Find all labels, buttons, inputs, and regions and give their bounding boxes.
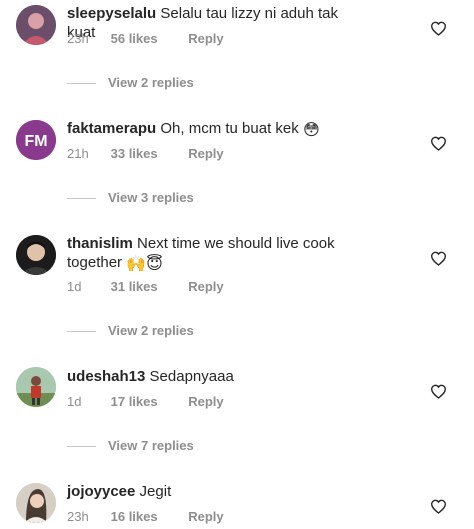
replies-divider xyxy=(67,198,96,200)
heart-icon[interactable] xyxy=(430,136,447,151)
likes-count[interactable]: 56 likes xyxy=(111,31,185,46)
likes-count[interactable]: 31 likes xyxy=(111,279,185,294)
avatar[interactable]: FM xyxy=(16,120,56,160)
svg-text:FM: FM xyxy=(24,133,47,150)
username[interactable]: faktamerapu xyxy=(67,120,156,137)
comment-body-line2: together xyxy=(67,254,123,271)
heart-icon[interactable] xyxy=(430,21,447,36)
likes-count[interactable]: 33 likes xyxy=(111,146,185,161)
username[interactable]: udeshah13 xyxy=(67,368,145,385)
comment-meta: 23h 16 likes Reply xyxy=(67,509,224,524)
comment-body: Jegit xyxy=(139,483,172,500)
heart-icon[interactable] xyxy=(430,251,447,266)
comment-meta: 23h 56 likes Reply xyxy=(67,31,224,46)
comment-body: Sedapnyaaa xyxy=(149,368,234,385)
replies-divider xyxy=(67,83,96,85)
likes-count[interactable]: 16 likes xyxy=(111,509,185,524)
timestamp: 1d xyxy=(67,394,82,409)
replies-divider xyxy=(67,331,96,333)
heart-icon[interactable] xyxy=(430,499,447,514)
view-replies-button[interactable]: View 3 replies xyxy=(67,190,194,205)
comment-meta: 1d 17 likes Reply xyxy=(67,394,224,409)
reply-button[interactable]: Reply xyxy=(188,279,223,294)
avatar[interactable] xyxy=(16,5,56,45)
replies-divider xyxy=(67,446,96,448)
timestamp: 23h xyxy=(67,509,89,524)
likes-count[interactable]: 17 likes xyxy=(111,394,185,409)
username[interactable]: jojoyycee xyxy=(67,483,135,500)
heart-icon[interactable] xyxy=(430,384,447,399)
raised-hands-emoji: 🙌😇 xyxy=(126,256,163,273)
comment-meta: 1d 31 likes Reply xyxy=(67,279,224,294)
timestamp: 21h xyxy=(67,146,89,161)
avatar[interactable] xyxy=(16,483,56,523)
avatar[interactable] xyxy=(16,235,56,275)
comment-meta: 21h 33 likes Reply xyxy=(67,146,224,161)
timestamp: 23h xyxy=(67,31,89,46)
comment-text: faktamerapu Oh, mcm tu buat kek 😳 xyxy=(67,119,367,140)
avatar[interactable] xyxy=(16,367,56,407)
view-replies-button[interactable]: View 2 replies xyxy=(67,323,194,338)
username[interactable]: thanislim xyxy=(67,235,133,252)
reply-button[interactable]: Reply xyxy=(188,394,223,409)
reply-button[interactable]: Reply xyxy=(188,146,223,161)
reply-button[interactable]: Reply xyxy=(188,509,223,524)
reply-button[interactable]: Reply xyxy=(188,31,223,46)
comment-text: udeshah13 Sedapnyaaa xyxy=(67,367,367,386)
comment-body: Oh, mcm tu buat kek xyxy=(160,120,299,137)
comment-text: thanislim Next time we should live cook … xyxy=(67,234,367,274)
comment-text: jojoyycee Jegit xyxy=(67,482,367,501)
comment-body: Next time we should live cook xyxy=(137,235,335,252)
view-replies-button[interactable]: View 2 replies xyxy=(67,75,194,90)
flushed-emoji: 😳 xyxy=(302,122,320,139)
timestamp: 1d xyxy=(67,279,82,294)
view-replies-button[interactable]: View 7 replies xyxy=(67,438,194,453)
username[interactable]: sleepyselalu xyxy=(67,5,156,22)
